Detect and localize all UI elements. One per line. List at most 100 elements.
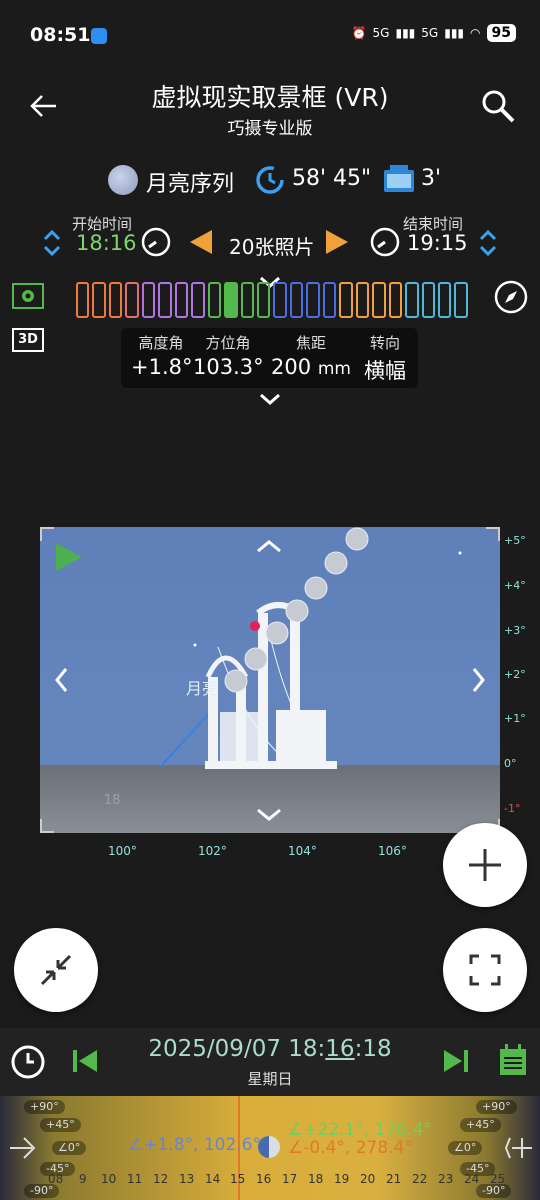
alarm-icon: ⏰ (351, 26, 367, 40)
status-time: 08:51 (30, 24, 91, 46)
interval-value[interactable]: 58' 45" (292, 166, 371, 191)
hour-ticks: 08 9 10 11 12 13 14 15 16 17 18 19 20 21… (0, 1170, 540, 1190)
hour-tick: 13 (179, 1172, 195, 1186)
timeline-left-arrow-icon[interactable] (6, 1130, 36, 1166)
azimuth-value: 103.3° (193, 355, 264, 379)
pan-right-icon[interactable] (472, 668, 485, 692)
azimuth-label: 方位角 (205, 334, 251, 352)
bar-4 (125, 282, 139, 318)
start-clock-icon[interactable] (140, 226, 172, 258)
collapse-button[interactable] (14, 928, 98, 1012)
bar-3 (108, 282, 123, 318)
bar-14 (289, 282, 304, 318)
skip-forward-icon[interactable] (444, 1050, 468, 1072)
bar-20 (388, 282, 403, 318)
focal-unit: mm (317, 359, 351, 379)
bar-2 (92, 282, 106, 318)
altitude-label: 高度角 (138, 334, 184, 352)
moon-icon[interactable] (108, 165, 138, 195)
datetime-minute: 16 (325, 1036, 355, 1062)
y-tick-7: -1° (504, 802, 521, 815)
moon-dot-3 (265, 621, 289, 645)
subject-label[interactable]: 月亮序列 (146, 166, 234, 198)
timeline-strip[interactable]: +90° +45° ∠0° -45° -90° +90° +45° ∠0° -4… (0, 1096, 540, 1200)
bar-21 (405, 282, 419, 318)
start-updown-icon[interactable] (43, 228, 61, 258)
signal-label-2: 5G (421, 26, 439, 40)
focal-label: 焦距 (295, 334, 326, 352)
play-icon[interactable] (56, 543, 82, 571)
pan-up-icon[interactable] (257, 540, 281, 553)
bar-9 (207, 282, 222, 318)
film-icon[interactable] (382, 164, 416, 194)
params-panel: 高度角 +1.8° 方位角 103.3° 焦距 200 mm 转向 横幅 (121, 328, 418, 388)
right-pill-2: +45° (460, 1118, 501, 1132)
next-triangle-icon[interactable] (326, 230, 348, 254)
zoom-in-button[interactable] (443, 823, 527, 907)
end-updown-icon[interactable] (479, 228, 497, 258)
end-time-value[interactable]: 19:15 (407, 231, 468, 255)
moon-label: 月亮 (186, 679, 219, 698)
plus-icon (469, 849, 501, 881)
hour-tick: 19 (334, 1172, 350, 1186)
start-time-value[interactable]: 18:16 (76, 231, 137, 255)
left-pill-1: +90° (24, 1100, 65, 1114)
bar-24 (454, 282, 468, 318)
fullscreen-button[interactable] (443, 928, 527, 1012)
orient-value: 横幅 (364, 359, 406, 383)
chevron-down-icon-2[interactable] (257, 391, 283, 407)
star-dot (193, 643, 197, 647)
prev-triangle-icon[interactable] (190, 230, 212, 254)
bar-19 (372, 282, 386, 318)
y-tick-1: +5° (504, 534, 526, 547)
moon-dot-5 (304, 576, 328, 600)
x-tick-3: 104° (288, 844, 317, 858)
bridge-scene (40, 527, 500, 833)
hour-tick: 15 (230, 1172, 246, 1186)
moon-phase-icon (258, 1136, 280, 1158)
x-tick-4: 106° (378, 844, 407, 858)
aircraft-warning-light (250, 621, 260, 631)
hour-tick: 24 (464, 1172, 480, 1186)
moon-dot-7 (345, 527, 369, 551)
bar-23 (437, 282, 452, 318)
pan-left-icon[interactable] (55, 668, 68, 692)
interval-cycle-icon[interactable] (254, 164, 286, 196)
app-notification-icon (91, 28, 107, 44)
duration-value[interactable]: 3' (421, 166, 441, 191)
fullscreen-icon (469, 954, 501, 986)
search-icon[interactable] (480, 88, 516, 124)
end-clock-icon[interactable] (369, 226, 401, 258)
hour-tick: 18 (308, 1172, 324, 1186)
status-icons: ⏰ 5G ▮▮▮ 5G ▮▮▮ ◠ 95 (352, 24, 516, 42)
moon-phase-bars[interactable] (76, 282, 468, 318)
x-tick-1: 100° (108, 844, 137, 858)
vr-viewport[interactable]: 月亮 18 (40, 527, 500, 833)
bar-13 (273, 282, 287, 318)
moon-dot-2 (244, 647, 268, 671)
3d-toggle-button[interactable]: 3D (12, 328, 44, 352)
orient-col[interactable]: 转向 横幅 (357, 332, 413, 385)
y-tick-3: +3° (504, 624, 526, 637)
compass-icon[interactable] (494, 280, 528, 314)
collapse-arrows-icon (40, 954, 72, 986)
pan-down-icon[interactable] (257, 808, 281, 821)
y-tick-5: +1° (504, 712, 526, 725)
hour-tick: 14 (205, 1172, 221, 1186)
left-pill-3: ∠0° (52, 1141, 87, 1155)
y-tick-2: +4° (504, 579, 526, 592)
hour-tick: 11 (127, 1172, 143, 1186)
bar-7 (174, 282, 189, 318)
bar-22 (421, 282, 435, 318)
hour-tick: 22 (412, 1172, 428, 1186)
hour-tick: 16 (256, 1172, 272, 1186)
focal-col[interactable]: 焦距 200 mm (267, 332, 355, 379)
calendar-icon[interactable] (499, 1044, 527, 1076)
timeline-right-plus-icon[interactable] (504, 1130, 534, 1166)
settings-gear-icon[interactable] (12, 283, 44, 309)
moon-dot-6 (324, 551, 348, 575)
hour-tick: 20 (360, 1172, 376, 1186)
bar-18 (355, 282, 370, 318)
hour-tick: 25 (490, 1172, 506, 1186)
moon-reading: ∠+1.8°, 102.6° (128, 1135, 261, 1155)
